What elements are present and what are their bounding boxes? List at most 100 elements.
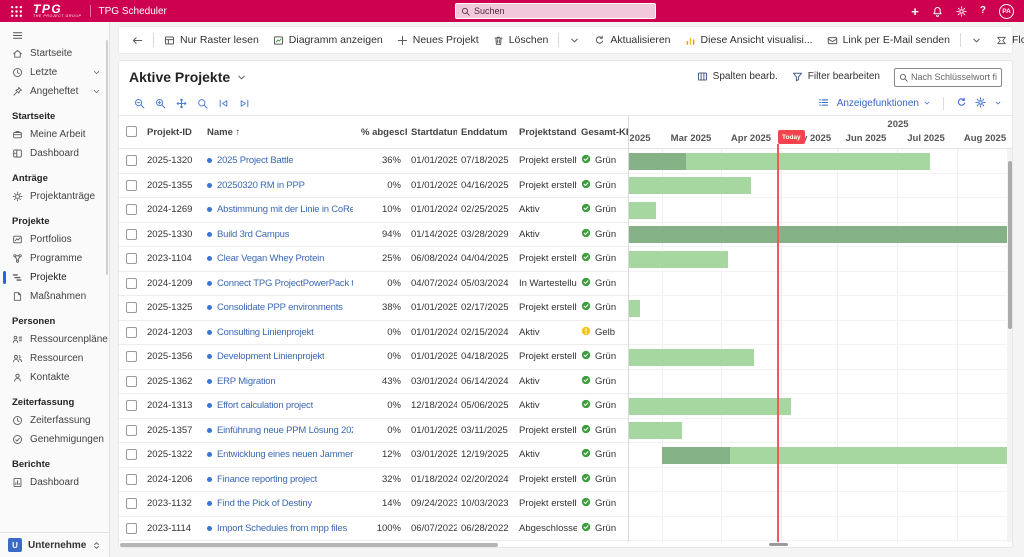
- overflow-chevron-button[interactable]: [562, 29, 587, 51]
- gantt-bar[interactable]: [629, 398, 791, 415]
- sidebar-item-portfolios[interactable]: Portfolios: [0, 230, 109, 249]
- zoom-in-icon[interactable]: [155, 97, 166, 109]
- column-header-gesamt-kpi[interactable]: Gesamt-KPI: [577, 127, 629, 138]
- gantt-bar[interactable]: [629, 300, 640, 317]
- sidebar-item-ma-nahmen[interactable]: Maßnahmen: [0, 287, 109, 306]
- project-name-link[interactable]: Connect TPG ProjectPowerPack to TP...: [217, 278, 353, 289]
- quick-create-button[interactable]: +: [911, 5, 919, 18]
- skip-end-icon[interactable]: [239, 97, 250, 109]
- edit-columns-button[interactable]: Spalten bearb.: [697, 71, 778, 82]
- table-row[interactable]: 2025-13202025 Project Battle36%01/01/202…: [119, 149, 628, 174]
- view-selector-chevron-icon[interactable]: [236, 71, 247, 83]
- table-row[interactable]: 2023-1104Clear Vegan Whey Protein25%06/0…: [119, 247, 628, 272]
- row-checkbox[interactable]: [126, 229, 137, 240]
- project-name-link[interactable]: 20250320 RM in PPP: [217, 180, 305, 191]
- table-row[interactable]: 2025-1322Entwicklung eines neuen Jammers…: [119, 443, 628, 468]
- sidebar-item-dashboard[interactable]: Dashboard: [0, 144, 109, 163]
- sidebar-item-zeiterfassung[interactable]: Zeiterfassung: [0, 411, 109, 430]
- global-search-input[interactable]: [474, 6, 650, 16]
- scrollbar-thumb[interactable]: [1008, 161, 1012, 329]
- gantt-bar[interactable]: [629, 202, 656, 219]
- project-name-link[interactable]: Einführung neue PPM Lösung 2025: [217, 425, 353, 436]
- row-checkbox[interactable]: [126, 253, 137, 264]
- row-checkbox[interactable]: [126, 302, 137, 313]
- project-name-link[interactable]: Finance reporting project: [217, 474, 317, 485]
- sidebar-item-programme[interactable]: Programme: [0, 249, 109, 268]
- gantt-bar[interactable]: [629, 153, 930, 170]
- select-all-checkbox[interactable]: [126, 126, 137, 137]
- zoom-out-icon[interactable]: [134, 97, 145, 109]
- sidebar-item-dashboard[interactable]: Dashboard: [0, 473, 109, 492]
- row-checkbox[interactable]: [126, 425, 137, 436]
- sidebar-item-projektantr-ge[interactable]: Projektanträge: [0, 187, 109, 206]
- row-checkbox[interactable]: [126, 351, 137, 362]
- help-icon[interactable]: ?: [980, 6, 986, 16]
- search-icon[interactable]: [197, 97, 208, 109]
- email-link-button[interactable]: Link per E-Mail senden: [820, 29, 957, 51]
- column-header-projekt-id[interactable]: Projekt-ID: [143, 127, 203, 138]
- row-checkbox[interactable]: [126, 498, 137, 509]
- project-name-link[interactable]: Build 3rd Campus: [217, 229, 289, 240]
- sidebar-item-letzte[interactable]: Letzte: [0, 63, 109, 82]
- back-button[interactable]: [125, 29, 150, 51]
- gantt-bar[interactable]: [662, 447, 1007, 464]
- gantt-bar[interactable]: [629, 349, 754, 366]
- gantt-horizontal-scrollbar[interactable]: [769, 543, 788, 546]
- waffle-icon[interactable]: [10, 5, 23, 18]
- table-row[interactable]: 2025-1330Build 3rd Campus94%01/14/202503…: [119, 223, 628, 248]
- column-header-enddatum[interactable]: Enddatum: [457, 127, 515, 138]
- row-checkbox[interactable]: [126, 400, 137, 411]
- table-row[interactable]: 2023-1114Import Schedules from mpp files…: [119, 517, 628, 542]
- table-row[interactable]: 2025-1325Consolidate PPP environments38%…: [119, 296, 628, 321]
- keyword-search-input[interactable]: [911, 72, 997, 82]
- row-checkbox[interactable]: [126, 180, 137, 191]
- row-checkbox[interactable]: [126, 155, 137, 166]
- visualize-view-button[interactable]: Diese Ansicht visualisi...: [678, 29, 820, 51]
- grid-only-button[interactable]: Nur Raster lesen: [157, 29, 266, 51]
- table-row[interactable]: 2025-1357Einführung neue PPM Lösung 2025…: [119, 419, 628, 444]
- gantt-vertical-scrollbar[interactable]: [1007, 149, 1012, 542]
- sidebar-item-startseite[interactable]: Startseite: [0, 44, 109, 63]
- project-name-link[interactable]: ERP Migration: [217, 376, 275, 387]
- column-header-projektstand[interactable]: Projektstand: [515, 127, 577, 138]
- column-header-startdatum[interactable]: Startdatum: [407, 127, 457, 138]
- gantt-bar[interactable]: [629, 422, 682, 439]
- gantt-settings-icon[interactable]: [975, 97, 986, 108]
- table-row[interactable]: 2024-1209Connect TPG ProjectPowerPack to…: [119, 272, 628, 297]
- row-checkbox[interactable]: [126, 327, 137, 338]
- row-checkbox[interactable]: [126, 204, 137, 215]
- column-header-name[interactable]: Name ↑: [203, 127, 357, 138]
- project-name-link[interactable]: Effort calculation project: [217, 400, 313, 411]
- global-search[interactable]: [455, 3, 656, 19]
- keyword-search[interactable]: [894, 68, 1002, 87]
- new-project-button[interactable]: Neues Projekt: [390, 29, 486, 51]
- project-name-link[interactable]: Import Schedules from mpp files: [217, 523, 347, 534]
- display-options-button[interactable]: Anzeigefunktionen: [837, 98, 931, 109]
- show-diagram-button[interactable]: Diagramm anzeigen: [266, 29, 390, 51]
- sidebar-item-genehmigungen[interactable]: Genehmigungen: [0, 430, 109, 449]
- project-name-link[interactable]: Find the Pick of Destiny: [217, 498, 312, 509]
- row-checkbox[interactable]: [126, 278, 137, 289]
- table-row[interactable]: 2024-1313Effort calculation project0%12/…: [119, 394, 628, 419]
- table-row[interactable]: 2025-1356Development Linienprojekt0%01/0…: [119, 345, 628, 370]
- skip-start-icon[interactable]: [218, 97, 229, 109]
- table-row[interactable]: 2024-1206Finance reporting project32%01/…: [119, 468, 628, 493]
- table-row[interactable]: 2025-135520250320 RM in PPP0%01/01/20250…: [119, 174, 628, 199]
- gantt-refresh-icon[interactable]: [956, 97, 967, 108]
- sidebar-item-meine-arbeit[interactable]: Meine Arbeit: [0, 125, 109, 144]
- gantt-bar[interactable]: [629, 226, 1007, 243]
- project-name-link[interactable]: Abstimmung mit der Linie in CoReSuite: [217, 204, 353, 215]
- hamburger-menu-icon[interactable]: [0, 25, 109, 44]
- sidebar-item-projekte[interactable]: Projekte: [0, 268, 109, 287]
- notifications-icon[interactable]: [932, 5, 943, 17]
- user-avatar[interactable]: PA: [999, 4, 1014, 19]
- project-name-link[interactable]: 2025 Project Battle: [217, 155, 293, 166]
- row-checkbox[interactable]: [126, 376, 137, 387]
- table-horizontal-scrollbar[interactable]: [120, 543, 498, 547]
- row-checkbox[interactable]: [126, 449, 137, 460]
- project-name-link[interactable]: Clear Vegan Whey Protein: [217, 253, 324, 264]
- flow-button[interactable]: Flow: [989, 29, 1024, 51]
- row-checkbox[interactable]: [126, 474, 137, 485]
- environment-switcher[interactable]: U Unternehmen: [0, 532, 109, 557]
- table-row[interactable]: 2024-1269Abstimmung mit der Linie in CoR…: [119, 198, 628, 223]
